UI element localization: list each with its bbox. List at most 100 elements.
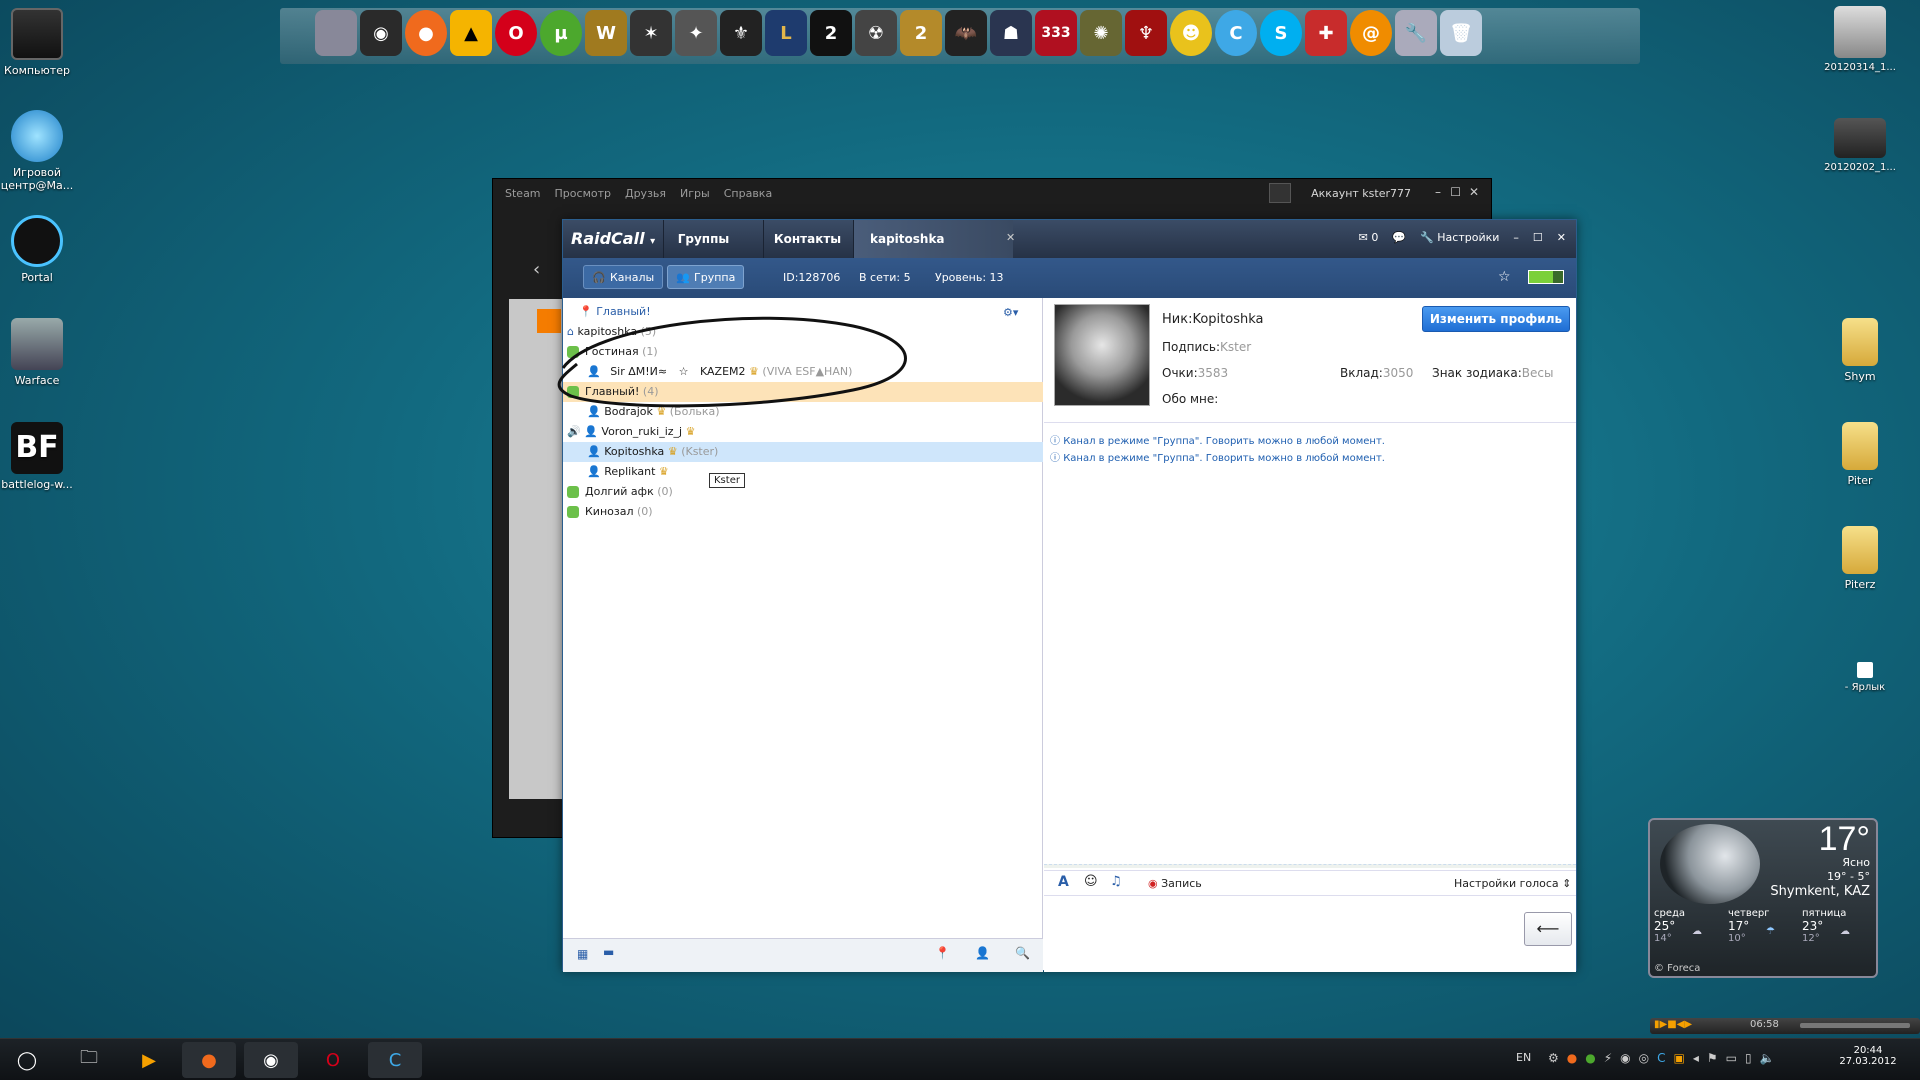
witcher-icon[interactable]: ✶ (630, 10, 672, 56)
steam-close-button[interactable]: ✕ (1469, 185, 1479, 199)
calendar-icon[interactable]: ▦ (577, 947, 588, 961)
skyrim-icon[interactable]: ⚜ (720, 10, 762, 56)
origin-icon[interactable]: ● (405, 10, 447, 56)
start-button[interactable]: ◯ (2, 1042, 52, 1078)
diablo-icon[interactable]: ♆ (1125, 10, 1167, 56)
desktop-icon-folder-piter[interactable]: Piter (1815, 422, 1905, 487)
opera-icon[interactable]: O (495, 10, 537, 56)
league-icon[interactable]: L (765, 10, 807, 56)
steam-maximize-button[interactable]: ☐ (1450, 185, 1461, 199)
aimp-icon[interactable]: ▲ (450, 10, 492, 56)
max-payne-icon[interactable]: ☗ (990, 10, 1032, 56)
collapse-icon[interactable]: ▬ (603, 945, 614, 959)
user-replikant[interactable]: 👤 Replikant ♛ (563, 462, 1043, 482)
taskbar-media[interactable]: ▶ (122, 1042, 176, 1078)
crysis-icon[interactable]: ☢ (855, 10, 897, 56)
batman-icon[interactable]: 🦇 (945, 10, 987, 56)
mail-agent-icon[interactable]: @ (1350, 10, 1392, 56)
taskbar-raidcall[interactable]: C (368, 1042, 422, 1078)
rc-close-button[interactable]: ✕ (1557, 231, 1566, 244)
taskbar-origin[interactable]: ● (182, 1042, 236, 1078)
voice-settings-button[interactable]: Настройки голоса ⇕ (1454, 877, 1571, 890)
tray-icon[interactable]: ▯ (1745, 1051, 1752, 1065)
avatar[interactable] (1054, 304, 1150, 406)
raidcall-logo[interactable]: RaidCall ▾ (571, 229, 655, 248)
ccleaner-icon[interactable]: ✚ (1305, 10, 1347, 56)
media-progress[interactable] (1800, 1023, 1910, 1028)
music-icon[interactable]: ♫ (1110, 874, 1122, 889)
steam-menu-help[interactable]: Справка (724, 187, 772, 200)
bee-icon[interactable]: ✺ (1080, 10, 1122, 56)
desktop-icon-game-center[interactable]: Игровой центр@Ма... (0, 110, 82, 192)
tray-icon[interactable]: ⚑ (1707, 1051, 1718, 1065)
desktop-icon-photo-2[interactable]: 20120202_1... (1815, 118, 1905, 173)
tab-kapitoshka[interactable]: kapitoshka (853, 220, 1013, 258)
settings-button[interactable]: 🔧 Настройки (1420, 231, 1499, 244)
tray-icon[interactable]: ⚡ (1604, 1051, 1612, 1065)
desktop-icon-photo-1[interactable]: 20120314_1... (1815, 6, 1905, 73)
tray-icon[interactable]: ⚙ (1548, 1051, 1559, 1065)
desktop-icon-folder-shym[interactable]: Shym (1815, 318, 1905, 383)
steam-icon[interactable]: ◉ (360, 10, 402, 56)
media-controls[interactable]: ▮▶■◀▶ (1654, 1019, 1692, 1030)
location-pin-icon[interactable]: 📍 (935, 946, 950, 960)
steam-menu-friends[interactable]: Друзья (625, 187, 666, 200)
steam-back-button[interactable]: ‹ (533, 259, 540, 280)
send-button[interactable]: ⟵ (1524, 912, 1572, 946)
steam-menu-view[interactable]: Просмотр (555, 187, 611, 200)
tray-icon[interactable]: ◎ (1639, 1051, 1649, 1065)
desktop-icon-folder-piterz[interactable]: Piterz (1815, 526, 1905, 591)
channel-cinema[interactable]: Кинозал (0) (563, 502, 1043, 522)
user-voron[interactable]: 🔊 👤 Voron_ruki_iz_j ♛ (563, 422, 1043, 442)
search-icon[interactable]: 🔍 (1015, 946, 1030, 960)
tray-icon[interactable]: C (1657, 1051, 1665, 1065)
edit-profile-button[interactable]: Изменить профиль (1422, 306, 1570, 332)
desktop-icon-warface[interactable]: Warface (0, 318, 82, 387)
qip-icon[interactable]: ☻ (1170, 10, 1212, 56)
chat-icon[interactable]: 💬 (1392, 231, 1406, 244)
desktop-icon-battlelog[interactable]: BF battlelog-w... (0, 422, 82, 491)
steam-minimize-button[interactable]: – (1435, 185, 1441, 199)
channels-button[interactable]: 🎧 Каналы (583, 265, 664, 289)
tray-icon[interactable]: ▭ (1726, 1051, 1737, 1065)
mail-button[interactable]: ✉ 0 (1359, 231, 1379, 244)
clock[interactable]: 20:44 27.03.2012 (1820, 1045, 1916, 1067)
user-kopitoshka[interactable]: 👤 Kopitoshka ♛ (Kster) (563, 442, 1043, 462)
desktop-icon-computer[interactable]: Компьютер (0, 8, 82, 77)
wrench-icon[interactable]: 🔧 (1395, 10, 1437, 56)
taskbar-steam[interactable]: ◉ (244, 1042, 298, 1078)
rc-maximize-button[interactable]: ☐ (1533, 231, 1543, 244)
desktop-icon-shortcut[interactable]: - Ярлык (1820, 662, 1910, 693)
serious-sam-icon[interactable]: 333 (1035, 10, 1077, 56)
taskbar-opera[interactable]: O (306, 1042, 360, 1078)
tray-icon[interactable]: ◉ (1620, 1051, 1630, 1065)
user-search-icon[interactable]: 👤 (975, 946, 990, 960)
tray-icon[interactable]: ▣ (1674, 1051, 1685, 1065)
volume-icon[interactable]: 🔈 (1760, 1051, 1775, 1065)
taskbar-explorer[interactable]: 🗀 (62, 1042, 116, 1078)
tray-icon[interactable]: ● (1585, 1051, 1595, 1065)
tray-icon[interactable]: ● (1567, 1051, 1577, 1065)
game-2-icon[interactable]: 2 (810, 10, 852, 56)
trash-icon[interactable]: 🗑 (1440, 10, 1482, 56)
game-2b-icon[interactable]: 2 (900, 10, 942, 56)
record-button[interactable]: ◉ Запись (1148, 877, 1202, 890)
language-indicator[interactable]: EN (1516, 1051, 1531, 1064)
channel-long-afk[interactable]: Долгий афк (0) (563, 482, 1043, 502)
steam-menu-games[interactable]: Игры (680, 187, 710, 200)
raidcall-icon[interactable]: C (1215, 10, 1257, 56)
desktop-icon-portal[interactable]: Portal (0, 215, 82, 284)
steam-account[interactable]: Аккаунт kster777 (1311, 187, 1411, 200)
font-icon[interactable]: A (1058, 874, 1069, 890)
tab-contacts[interactable]: Контакты (763, 220, 851, 258)
weather-gadget[interactable]: 17° Ясно 19° - 5° Shymkent, KAZ среда 25… (1648, 818, 1878, 978)
favorite-star-icon[interactable]: ☆ (1498, 269, 1511, 285)
group-button[interactable]: 👥 Группа (667, 265, 745, 289)
skype-icon[interactable]: S (1260, 10, 1302, 56)
steam-notification-icon[interactable] (1269, 183, 1291, 203)
utorrent-icon[interactable]: µ (540, 10, 582, 56)
tab-close-icon[interactable]: ✕ (1006, 231, 1015, 244)
tray-icon[interactable]: ◂ (1693, 1051, 1699, 1065)
emoji-icon[interactable]: ☺ (1084, 874, 1098, 889)
chat-input[interactable] (1044, 897, 1524, 969)
